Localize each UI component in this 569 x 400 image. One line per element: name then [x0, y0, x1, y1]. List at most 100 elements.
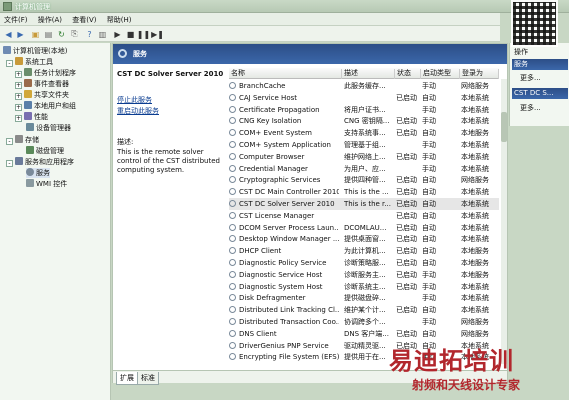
tree-item-device-manager[interactable]: 设备管理器: [26, 123, 71, 133]
tree-label: 存储: [25, 136, 39, 144]
service-startup-cell: 自动: [422, 176, 436, 185]
selected-service-name: CST DC Solver Server 2010: [117, 70, 224, 78]
menu-action[interactable]: 操作(A): [34, 13, 66, 27]
tree-label: 设备管理器: [36, 124, 71, 132]
restart-service-icon[interactable]: ▶❚: [151, 29, 164, 39]
start-service-icon[interactable]: ▶: [112, 29, 123, 39]
service-description-cell: DCOMLAU...: [344, 223, 387, 232]
show-hide-tree-icon[interactable]: ▤: [43, 29, 54, 39]
service-status-cell: 已启动: [396, 117, 417, 126]
gear-icon: [229, 164, 236, 172]
menu-view[interactable]: 查看(V): [68, 13, 100, 27]
actions-selected-service-header[interactable]: CST DC S...: [512, 88, 568, 99]
table-row[interactable]: Cryptographic Services 提供四种管... 已启动 自动 网络服务: [229, 174, 499, 186]
tree-item-disk-management[interactable]: 磁盘管理: [26, 146, 64, 156]
table-row[interactable]: CST DC Solver Server 2010 This is the r..…: [229, 198, 499, 210]
restart-service-link[interactable]: 重启动此服务: [117, 106, 159, 116]
help-icon[interactable]: ?: [84, 29, 95, 39]
table-row[interactable]: COM+ System Application 管理基于组... 手动 本地系统: [229, 139, 499, 151]
table-row[interactable]: Diagnostic System Host 诊断系统主... 已启动 手动 本地系统: [229, 281, 499, 293]
table-row[interactable]: Diagnostic Policy Service 诊断策略服... 已启动 自动 本地…: [229, 257, 499, 269]
table-row[interactable]: DNS Client DNS 客户端... 已启动 自动 网络服务: [229, 328, 499, 340]
menu-file[interactable]: 文件(F): [0, 13, 32, 27]
tree-label: 事件查看器: [34, 80, 69, 88]
pause-service-icon[interactable]: ❚❚: [137, 29, 150, 39]
tree-item-wmi[interactable]: WMI 控件: [26, 179, 67, 189]
tree-item-local-users[interactable]: + 本地用户和组: [15, 101, 76, 111]
tree-item-services[interactable]: 服务: [26, 168, 50, 178]
table-row[interactable]: CST DC Main Controller 2010 This is the .…: [229, 186, 499, 198]
table-row[interactable]: Desktop Window Manager ... 提供桌面窗... 已启动 自动 本…: [229, 233, 499, 245]
stop-service-link[interactable]: 停止此服务: [117, 95, 152, 105]
table-row[interactable]: DHCP Client 为此计算机... 已启动 自动 本地服务: [229, 245, 499, 257]
column-startup-type-header[interactable]: 启动类型: [421, 69, 460, 79]
actions-more-link-2[interactable]: 更多...: [520, 103, 541, 113]
description-text: This is the remote solver control of the…: [117, 148, 220, 174]
refresh-icon[interactable]: ↻: [56, 29, 67, 39]
actions-services-header[interactable]: 服务: [512, 59, 568, 70]
watermark-logo-text: 易迪拓培训: [389, 347, 514, 375]
service-startup-cell: 手动: [422, 318, 436, 326]
expand-icon[interactable]: +: [15, 104, 22, 111]
column-description-header[interactable]: 描述: [342, 69, 395, 79]
menu-help[interactable]: 帮助(H): [103, 13, 136, 27]
vertical-scrollbar[interactable]: [501, 79, 507, 364]
tab-extended[interactable]: 扩展: [116, 372, 138, 385]
actions-more-link[interactable]: 更多...: [520, 73, 541, 83]
service-startup-cell: 手动: [422, 270, 436, 279]
table-row[interactable]: Credential Manager 为用户、应... 手动 本地系统: [229, 163, 499, 175]
table-row[interactable]: DCOM Server Process Laun... DCOMLAU... 已启动…: [229, 222, 499, 234]
tree-item-services-apps[interactable]: - 服务和应用程序: [6, 157, 74, 167]
column-name-header[interactable]: 名称: [229, 69, 342, 79]
expand-icon[interactable]: +: [15, 82, 22, 89]
table-row[interactable]: CAJ Service Host 已启动 自动 本地系统: [229, 92, 499, 104]
tree-label: 服务: [36, 169, 50, 177]
tree-item-event-viewer[interactable]: + 事件查看器: [15, 79, 69, 89]
table-row[interactable]: Diagnostic Service Host 诊断服务主... 已启动 手动 本地服务: [229, 269, 499, 281]
service-description-cell: DNS 客户端...: [344, 329, 389, 338]
table-row[interactable]: CST License Manager 已启动 自动 本地系统: [229, 210, 499, 222]
gear-icon: [229, 200, 236, 207]
tree-item-shared-folders[interactable]: + 共享文件夹: [15, 90, 69, 100]
service-status-cell: 已启动: [396, 306, 417, 315]
scrollbar-thumb[interactable]: [501, 112, 507, 142]
service-name-cell: DHCP Client: [229, 246, 339, 256]
stop-service-icon[interactable]: ■: [125, 29, 136, 39]
table-row[interactable]: Computer Browser 维护网络上... 已启动 手动 本地系统: [229, 151, 499, 163]
table-row[interactable]: COM+ Event System 支持系统事... 已启动 自动 本地服务: [229, 127, 499, 139]
export-list-icon[interactable]: ⎘: [69, 29, 80, 39]
tree-item-storage[interactable]: - 存储: [6, 135, 39, 145]
tree-item-system-tools[interactable]: - 系统工具: [6, 57, 53, 67]
column-logon-header[interactable]: 登录为: [460, 69, 499, 79]
forward-icon[interactable]: ▶: [15, 29, 26, 39]
service-logon-cell: 本地系统: [461, 117, 489, 126]
expand-icon[interactable]: +: [15, 93, 22, 100]
collapse-icon[interactable]: -: [6, 60, 13, 67]
back-icon[interactable]: ◀: [3, 29, 14, 39]
table-row[interactable]: Disk Defragmenter 提供磁盘碎... 手动 本地系统: [229, 292, 499, 304]
tree-item-computer-management[interactable]: 计算机管理(本地): [3, 46, 67, 56]
gear-icon: [229, 259, 236, 266]
expand-icon[interactable]: +: [15, 115, 22, 122]
table-row[interactable]: Distributed Link Tracking Cl... 维护某个计... 已…: [229, 304, 499, 316]
collapse-icon[interactable]: -: [6, 138, 13, 145]
service-status-cell: 已启动: [396, 200, 417, 208]
table-row[interactable]: BranchCache 此服务缓存... 手动 网络服务: [229, 80, 499, 92]
tree-item-performance[interactable]: + 性能: [15, 112, 48, 122]
table-row[interactable]: CNG Key Isolation CNG 密钥隔... 已启动 手动 本地系统: [229, 115, 499, 127]
tab-standard[interactable]: 标准: [137, 372, 159, 385]
collapse-icon[interactable]: -: [6, 160, 13, 167]
tree-item-task-scheduler[interactable]: + 任务计划程序: [15, 68, 76, 78]
search-icon: [118, 49, 127, 58]
folder-up-icon[interactable]: ▣: [30, 29, 41, 39]
service-description-cell: 将用户证书...: [344, 105, 386, 114]
table-row[interactable]: Distributed Transaction Coo... 协调跨多个... 手动…: [229, 316, 499, 328]
table-row[interactable]: Certificate Propagation 将用户证书... 手动 本地系统: [229, 104, 499, 116]
service-logon-cell: 网络服务: [461, 329, 489, 338]
properties-icon[interactable]: ▥: [97, 29, 108, 39]
expand-icon[interactable]: +: [15, 71, 22, 78]
service-status-cell: 已启动: [396, 235, 417, 244]
service-name-cell: DCOM Server Process Laun...: [229, 223, 339, 233]
service-name-cell: CST DC Solver Server 2010: [229, 199, 339, 209]
column-status-header[interactable]: 状态: [395, 69, 421, 79]
